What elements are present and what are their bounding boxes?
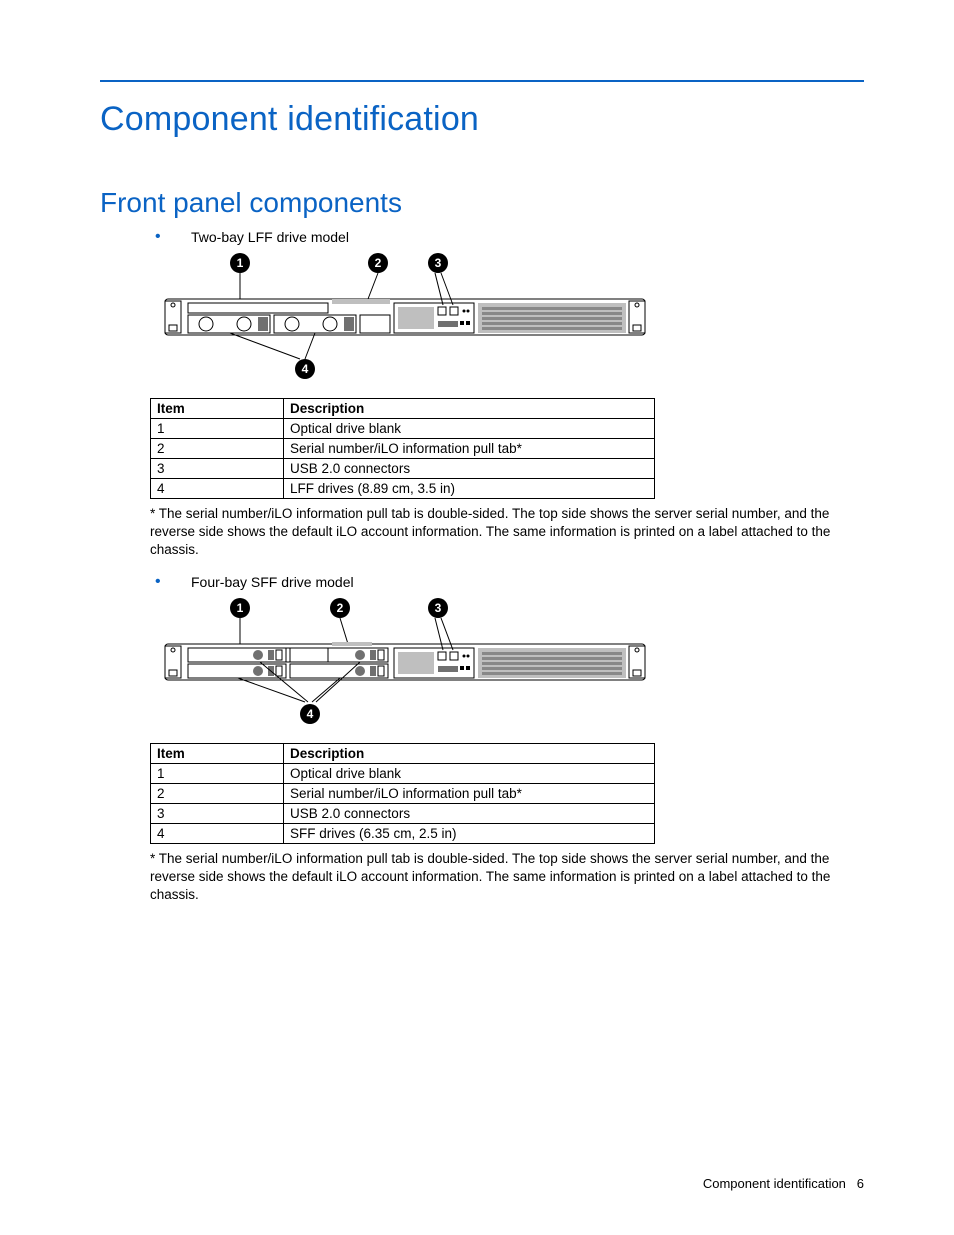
table-row: 4SFF drives (6.35 cm, 2.5 in) bbox=[151, 823, 655, 843]
diagram-lff: 1 2 3 bbox=[160, 251, 864, 386]
diagram-sff: 1 2 3 bbox=[160, 596, 864, 731]
bullet-lff: Two-bay LFF drive model bbox=[155, 229, 864, 245]
svg-text:4: 4 bbox=[307, 707, 314, 721]
th-item: Item bbox=[151, 399, 284, 419]
th-desc: Description bbox=[284, 399, 655, 419]
top-rule bbox=[100, 80, 864, 82]
table-row: 3USB 2.0 connectors bbox=[151, 803, 655, 823]
table-lff: Item Description 1Optical drive blank 2S… bbox=[150, 398, 655, 499]
svg-text:3: 3 bbox=[435, 601, 442, 615]
svg-text:2: 2 bbox=[337, 601, 344, 615]
table-row: 2Serial number/iLO information pull tab* bbox=[151, 783, 655, 803]
table-row: 2Serial number/iLO information pull tab* bbox=[151, 439, 655, 459]
page-title: Component identification bbox=[100, 100, 864, 139]
page-footer: Component identification 6 bbox=[703, 1176, 864, 1191]
svg-text:1: 1 bbox=[237, 256, 244, 270]
table-row: 3USB 2.0 connectors bbox=[151, 459, 655, 479]
footnote-sff: * The serial number/iLO information pull… bbox=[150, 850, 864, 905]
table-row: 4LFF drives (8.89 cm, 3.5 in) bbox=[151, 479, 655, 499]
svg-text:3: 3 bbox=[435, 256, 442, 270]
table-row: 1Optical drive blank bbox=[151, 419, 655, 439]
table-sff: Item Description 1Optical drive blank 2S… bbox=[150, 743, 655, 844]
footnote-lff: * The serial number/iLO information pull… bbox=[150, 505, 864, 560]
table-row: 1Optical drive blank bbox=[151, 763, 655, 783]
svg-text:1: 1 bbox=[237, 601, 244, 615]
th-desc: Description bbox=[284, 743, 655, 763]
svg-text:2: 2 bbox=[375, 256, 382, 270]
bullet-sff: Four-bay SFF drive model bbox=[155, 574, 864, 590]
svg-text:4: 4 bbox=[302, 362, 309, 376]
th-item: Item bbox=[151, 743, 284, 763]
section-heading: Front panel components bbox=[100, 187, 864, 219]
